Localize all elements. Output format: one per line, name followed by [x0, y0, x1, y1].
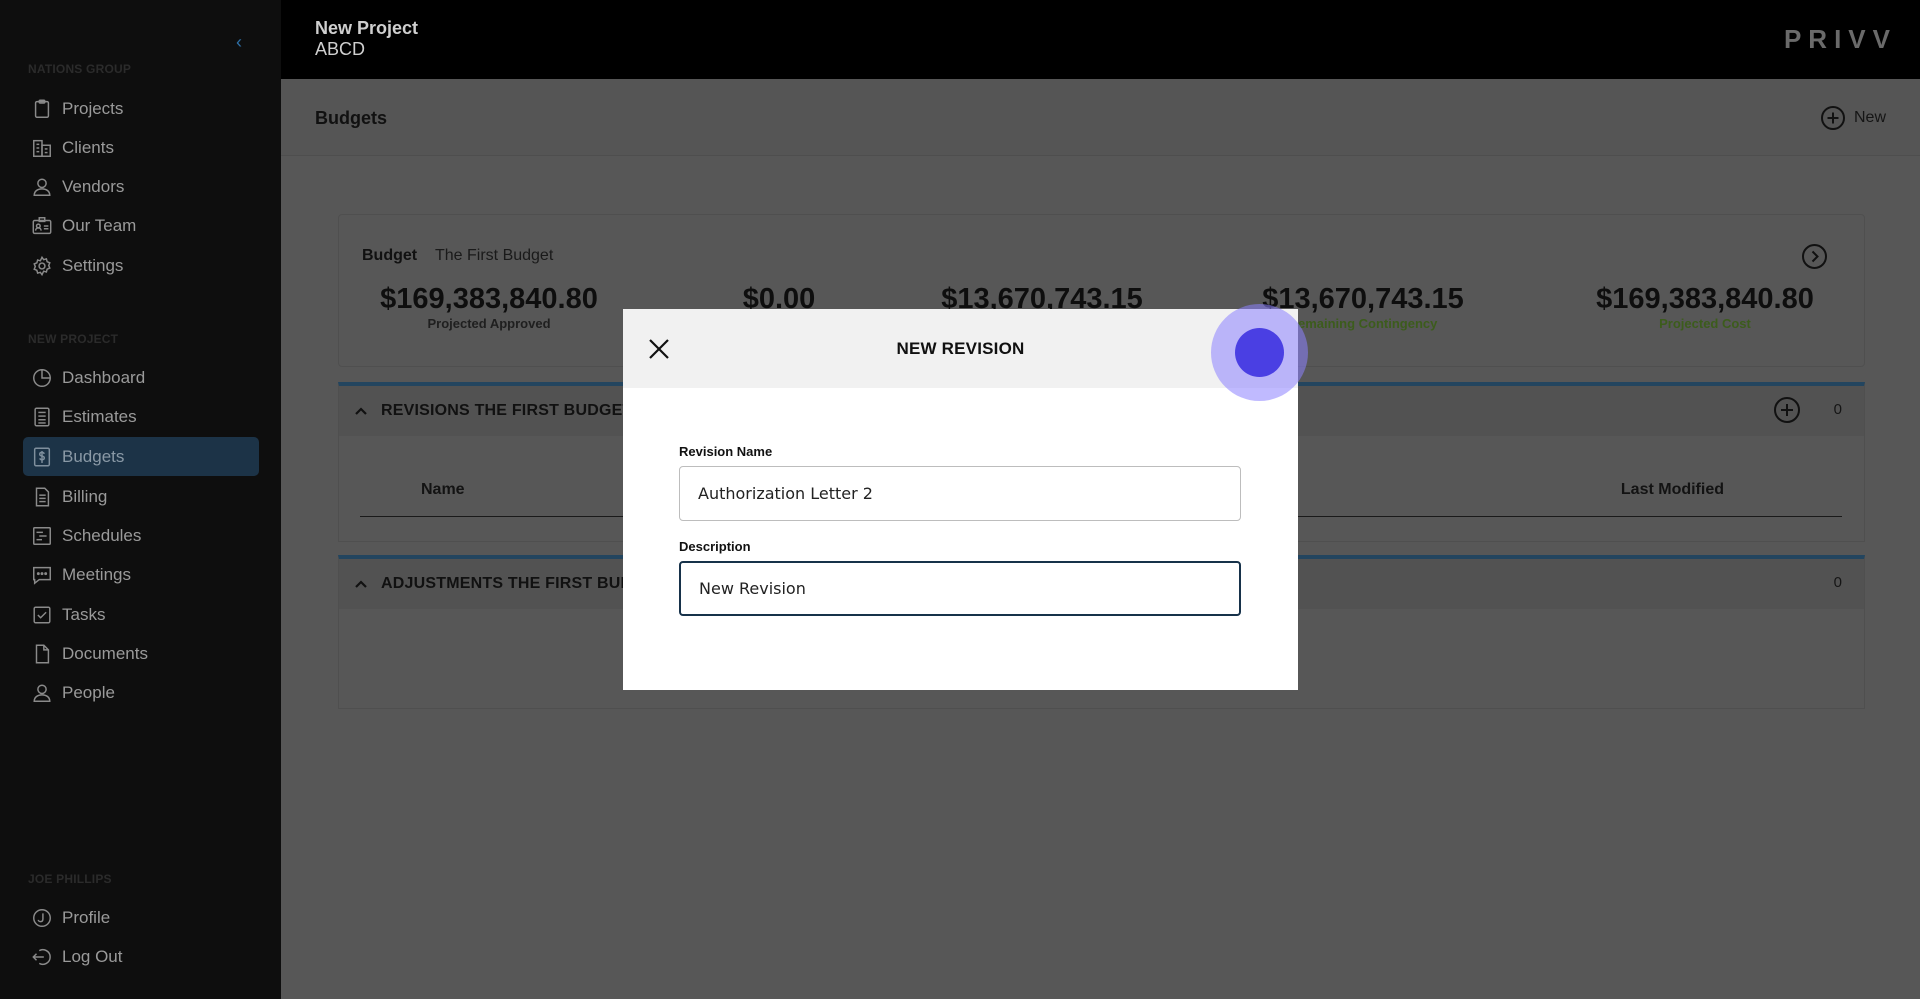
sidebar-item-vendors[interactable]: Vendors [23, 167, 259, 206]
sidebar-item-documents[interactable]: Documents [23, 634, 259, 673]
open-budget-button[interactable] [1801, 243, 1828, 270]
dollar-icon [31, 446, 53, 468]
revision-name-input[interactable] [679, 466, 1241, 521]
sidebar-item-label: Dashboard [62, 367, 146, 387]
pie-chart-icon [31, 367, 53, 389]
sidebar-item-label: Projects [62, 98, 124, 118]
calculator-icon [31, 406, 53, 428]
sidebar-item-our-team[interactable]: Our Team [23, 206, 259, 245]
sidebar-item-meetings[interactable]: Meetings [23, 555, 259, 594]
modal-title: NEW REVISION [896, 339, 1025, 358]
building-icon [31, 137, 53, 159]
logout-icon [31, 946, 53, 968]
profile-icon [31, 907, 53, 929]
new-revision-modal: NEW REVISION Revision Name Description [623, 309, 1298, 690]
revisions-title: REVISIONS THE FIRST BUDGET [381, 402, 633, 419]
stat-value: $169,383,840.80 [380, 283, 598, 315]
invoice-icon [31, 486, 53, 508]
plus-circle-icon [1820, 106, 1845, 130]
modal-header: NEW REVISION [623, 309, 1298, 388]
sidebar: ‹ NATIONS GROUP Projects Clients Vendors… [0, 0, 281, 999]
chevron-up-icon [353, 576, 369, 592]
stat-projected-approved: $169,383,840.80 Projected Approved [371, 283, 607, 331]
sidebar-item-label: Budgets [62, 446, 125, 466]
description-input[interactable] [679, 561, 1241, 616]
id-card-icon [31, 215, 53, 237]
sidebar-item-clients[interactable]: Clients [23, 128, 259, 167]
project-section-label: NEW PROJECT [28, 332, 119, 346]
org-section-label: NATIONS GROUP [28, 62, 132, 76]
sidebar-item-label: Vendors [62, 176, 125, 196]
project-code: ABCD [315, 39, 366, 59]
sidebar-item-label: Log Out [62, 946, 123, 966]
add-revision-button[interactable] [1773, 396, 1801, 424]
adjustments-count: 0 [1833, 574, 1842, 591]
sidebar-item-estimates[interactable]: Estimates [23, 397, 259, 436]
sidebar-item-label: Billing [62, 486, 108, 506]
sidebar-item-log-out[interactable]: Log Out [23, 937, 259, 976]
chat-icon [31, 564, 53, 586]
person-icon [31, 682, 53, 704]
sidebar-item-label: Our Team [62, 215, 137, 235]
user-section-label: JOE PHILLIPS [28, 872, 112, 886]
stat-label: Projected Cost [1659, 316, 1751, 331]
sidebar-item-label: Documents [62, 643, 148, 663]
stat-label: Projected Approved [427, 316, 551, 331]
sidebar-item-schedules[interactable]: Schedules [23, 516, 259, 555]
chevron-right-circle-icon [1802, 244, 1827, 269]
budget-label: Budget [362, 247, 418, 264]
column-header-name[interactable]: Name [421, 481, 465, 499]
top-bar: New Project ABCD PRIVV [281, 0, 1920, 79]
sidebar-item-billing[interactable]: Billing [23, 477, 259, 516]
sidebar-item-label: Meetings [62, 564, 131, 584]
collapse-sidebar-button[interactable]: ‹ [230, 32, 248, 52]
sidebar-item-budgets[interactable]: Budgets [23, 437, 259, 476]
sidebar-item-projects[interactable]: Projects [23, 89, 259, 128]
gear-icon [31, 255, 53, 277]
sidebar-item-label: Schedules [62, 525, 142, 545]
clipboard-icon [31, 98, 53, 120]
chevron-up-icon [353, 403, 369, 419]
sidebar-item-label: Profile [62, 907, 111, 927]
new-budget-button[interactable]: New [1820, 105, 1886, 131]
checkbox-icon [31, 604, 53, 626]
revisions-count: 0 [1833, 401, 1842, 418]
sidebar-item-label: Clients [62, 137, 114, 157]
sidebar-item-label: Estimates [62, 406, 137, 426]
gantt-icon [31, 525, 53, 547]
sidebar-item-people[interactable]: People [23, 673, 259, 712]
page-header: Budgets New [281, 79, 1920, 156]
project-name: New Project [315, 18, 419, 38]
revision-name-label: Revision Name [679, 444, 773, 459]
stat-value: $169,383,840.80 [1596, 283, 1814, 315]
user-tie-icon [31, 176, 53, 198]
click-indicator-dot[interactable] [1235, 328, 1284, 377]
document-icon [31, 643, 53, 665]
sidebar-item-profile[interactable]: Profile [23, 898, 259, 937]
new-button-label: New [1853, 109, 1886, 126]
page-title: Budgets [315, 108, 387, 128]
sidebar-item-label: Settings [62, 255, 124, 275]
sidebar-item-tasks[interactable]: Tasks [23, 595, 259, 634]
brand-logo: PRIVV [1783, 24, 1897, 54]
plus-circle-icon [1774, 397, 1800, 423]
stat-projected-cost: $169,383,840.80 Projected Cost [1587, 283, 1823, 331]
sidebar-item-dashboard[interactable]: Dashboard [23, 358, 259, 397]
column-header-last-modified[interactable]: Last Modified [1621, 481, 1724, 499]
sidebar-item-settings[interactable]: Settings [23, 246, 259, 285]
budget-name: The First Budget [435, 247, 554, 264]
description-label: Description [679, 539, 751, 554]
sidebar-item-label: Tasks [62, 604, 106, 624]
sidebar-item-label: People [62, 682, 115, 702]
